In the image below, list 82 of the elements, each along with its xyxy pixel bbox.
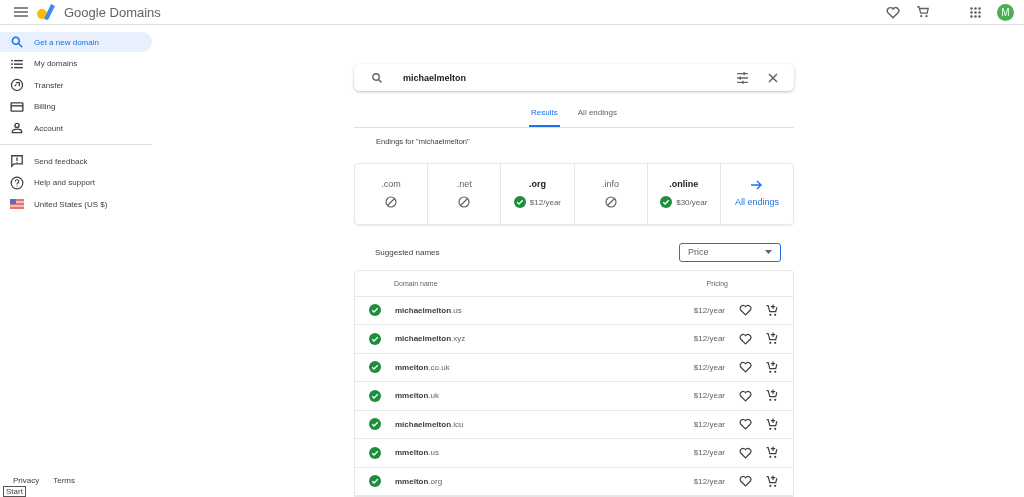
- sidebar-item[interactable]: Account: [0, 118, 152, 138]
- heart-icon[interactable]: [739, 304, 752, 317]
- apps-grid-icon[interactable]: [970, 6, 981, 18]
- sidebar-item[interactable]: My domains: [0, 53, 152, 74]
- add-to-cart-icon[interactable]: [766, 417, 779, 431]
- check-circle-icon: [369, 304, 381, 317]
- footer-link[interactable]: Terms: [53, 476, 75, 485]
- filter-sliders-icon[interactable]: [736, 71, 749, 84]
- heart-icon[interactable]: [739, 332, 752, 345]
- add-to-cart-icon[interactable]: [766, 474, 779, 488]
- product-name: Google Domains: [64, 4, 161, 20]
- help-icon: [10, 175, 24, 190]
- tab[interactable]: All endings: [575, 102, 619, 128]
- card-icon: [10, 99, 24, 114]
- logo-icon: [36, 3, 56, 21]
- check-circle-icon: [369, 418, 381, 431]
- sidebar-item[interactable]: Billing: [0, 96, 152, 117]
- price: $12/year: [529, 197, 561, 207]
- search-icon: [10, 35, 24, 49]
- ending-name: .org: [528, 179, 546, 190]
- arrow-right-icon: [751, 180, 763, 191]
- dropdown-caret-icon: [765, 250, 772, 254]
- price: $12/year: [693, 334, 725, 344]
- ending-name: .online: [669, 179, 699, 190]
- flag-icon: [10, 199, 24, 209]
- check-circle-icon: [369, 332, 381, 345]
- search-icon: [371, 71, 383, 84]
- ending-tile[interactable]: .com: [355, 164, 429, 224]
- domain-name: michaelmelton.icu: [395, 419, 465, 429]
- tooltip: Start: [3, 486, 26, 497]
- domain-name: mmelton.co.uk: [395, 362, 451, 372]
- section-title: Suggested names: [375, 247, 440, 257]
- sidebar-item[interactable]: Help and support: [0, 172, 152, 193]
- close-icon[interactable]: [768, 72, 778, 83]
- search-field[interactable]: michaelmelton: [354, 64, 794, 92]
- ending-name: .com: [381, 179, 401, 190]
- domain-name: mmelton.us: [395, 448, 440, 458]
- cart-icon[interactable]: [916, 5, 930, 19]
- heart-icon[interactable]: [739, 418, 752, 431]
- tab[interactable]: Results: [529, 102, 560, 128]
- check-circle-icon: [369, 475, 381, 488]
- transfer-icon: [10, 78, 24, 92]
- add-to-cart-icon[interactable]: [766, 360, 779, 374]
- ending-tile[interactable]: .online $30/year: [647, 164, 721, 224]
- domain-name: michaelmelton.xyz: [395, 334, 467, 344]
- sidebar-item[interactable]: Send feedback: [0, 151, 152, 171]
- heart-icon[interactable]: [739, 361, 752, 374]
- check-circle-icon: [369, 446, 381, 459]
- domain-name: mmelton.uk: [395, 391, 440, 401]
- price: $12/year: [693, 305, 725, 315]
- footer-link[interactable]: Privacy: [13, 476, 40, 485]
- price: $30/year: [676, 197, 708, 207]
- all-endings-link[interactable]: All endings: [720, 164, 794, 224]
- check-circle-icon: [369, 361, 381, 374]
- add-to-cart-icon[interactable]: [766, 389, 779, 403]
- domain-name: mmelton.org: [395, 476, 444, 486]
- feedback-icon: [10, 154, 24, 168]
- price: $12/year: [693, 419, 725, 429]
- heart-icon[interactable]: [886, 5, 900, 19]
- domain-name: michaelmelton.us: [395, 305, 463, 315]
- person-icon: [10, 121, 24, 135]
- ending-tile[interactable]: .org $12/year: [501, 164, 575, 224]
- ending-name: .net: [456, 179, 472, 190]
- sort-dropdown[interactable]: Price: [679, 242, 781, 262]
- sidebar-item[interactable]: United States (US $): [0, 194, 152, 214]
- heart-icon[interactable]: [739, 446, 752, 459]
- sidebar-item[interactable]: Get a new domain: [0, 32, 152, 52]
- heart-icon[interactable]: [739, 389, 752, 402]
- ending-tile[interactable]: .net: [428, 164, 502, 224]
- price: $12/year: [693, 391, 725, 401]
- menu-icon[interactable]: [14, 7, 28, 17]
- add-to-cart-icon[interactable]: [766, 332, 779, 346]
- price: $12/year: [693, 448, 725, 458]
- heart-icon[interactable]: [739, 475, 752, 488]
- add-to-cart-icon[interactable]: [766, 446, 779, 460]
- check-circle-icon: [369, 389, 381, 402]
- sidebar-item[interactable]: Transfer: [0, 75, 152, 95]
- ending-name: .info: [602, 179, 620, 190]
- price: $12/year: [693, 476, 725, 486]
- ending-tile[interactable]: .info: [574, 164, 648, 224]
- add-to-cart-icon[interactable]: [766, 303, 779, 317]
- price: $12/year: [693, 362, 725, 372]
